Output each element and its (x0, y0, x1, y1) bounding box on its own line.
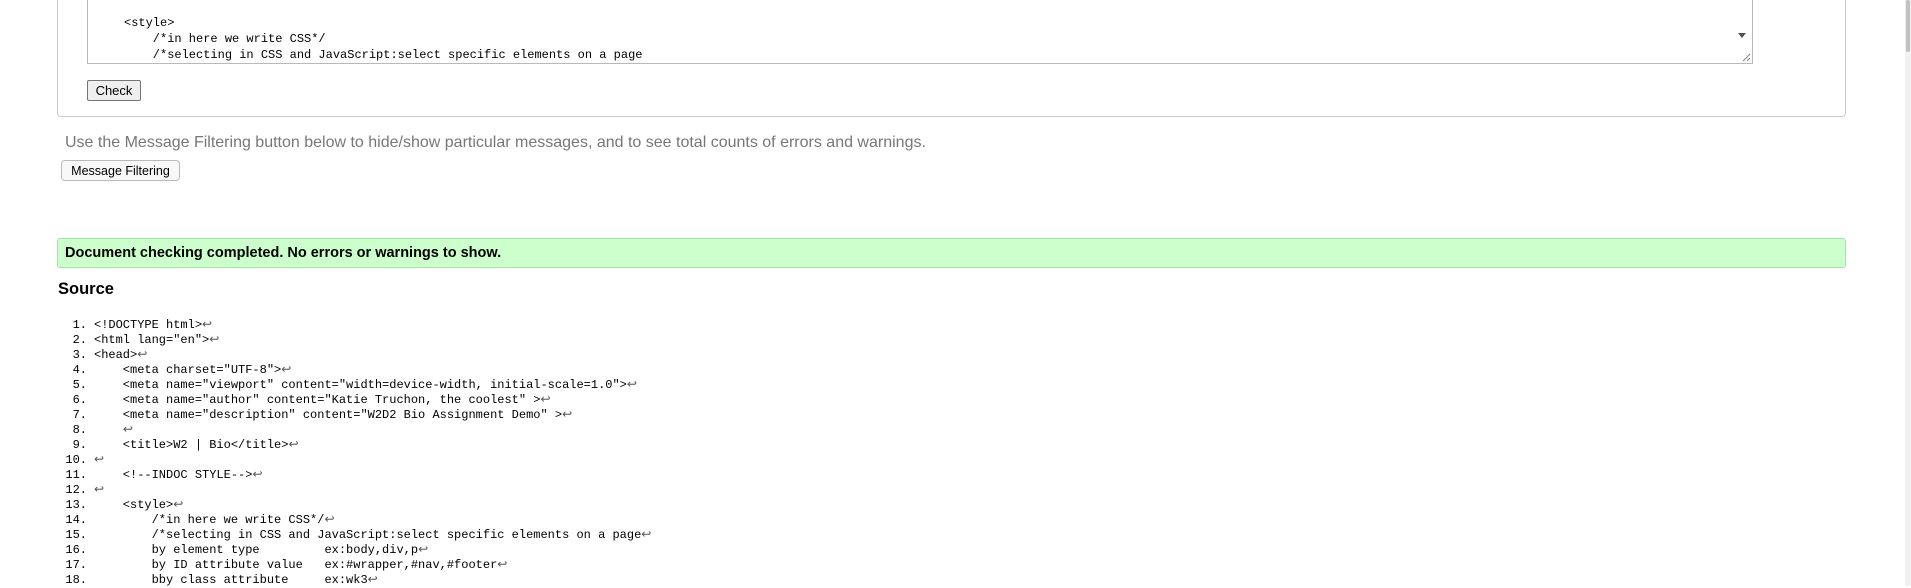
line-number: 8. (72, 423, 87, 437)
line-end-icon: ↩ (281, 363, 292, 377)
line-code: <meta name="description" content="W2D2 B… (94, 408, 563, 422)
line-end-icon: ↩ (418, 543, 429, 557)
source-textarea[interactable]: <style> /*in here we write CSS*/ /*selec… (87, 0, 1753, 64)
line-code: <style> (94, 498, 174, 512)
line-end-icon: ↩ (122, 423, 133, 437)
line-code: <title>W2 | Bio</title> (94, 438, 289, 452)
source-line: 12. ↩ (58, 483, 651, 498)
line-number: 5. (72, 378, 87, 392)
line-code: <meta name="viewport" content="width=dev… (94, 378, 627, 392)
line-number: 9. (72, 438, 87, 452)
source-line: 7. <meta name="description" content="W2D… (58, 408, 651, 423)
source-line: 17. by ID attribute value ex:#wrapper,#n… (58, 558, 651, 573)
line-number: 4. (72, 363, 87, 377)
source-line: 8. ↩ (58, 423, 651, 438)
line-code: <head> (94, 348, 138, 362)
line-end-icon: ↩ (137, 348, 148, 362)
line-number: 3. (72, 348, 87, 362)
line-code: <meta charset="UTF-8"> (94, 363, 282, 377)
line-number: 12. (65, 483, 87, 497)
source-line: 1. <!DOCTYPE html> ↩ (58, 318, 651, 333)
result-success-message: Document checking completed. No errors o… (57, 238, 1846, 268)
line-number: 6. (72, 393, 87, 407)
line-number: 10. (65, 453, 87, 467)
line-end-icon: ↩ (209, 333, 220, 347)
source-line: 3. <head> ↩ (58, 348, 651, 363)
line-end-icon: ↩ (252, 468, 263, 482)
line-end-icon: ↩ (288, 438, 299, 452)
line-end-icon: ↩ (94, 453, 105, 467)
line-code: <!--INDOC STYLE--> (94, 468, 253, 482)
message-filtering-hint: Use the Message Filtering button below t… (65, 134, 926, 151)
line-number: 11. (65, 468, 87, 482)
line-end-icon: ↩ (324, 513, 335, 527)
line-number: 2. (72, 333, 87, 347)
line-end-icon: ↩ (626, 378, 637, 392)
message-filtering-button[interactable]: Message Filtering (61, 160, 180, 181)
source-line: 16. by element type ex:body,div,p ↩ (58, 543, 651, 558)
line-code: /*selecting in CSS and JavaScript:select… (94, 528, 642, 542)
source-line: 15. /*selecting in CSS and JavaScript:se… (58, 528, 651, 543)
line-number: 13. (65, 498, 87, 512)
line-number: 1. (72, 318, 87, 332)
line-number: 16. (65, 543, 87, 557)
line-end-icon: ↩ (94, 483, 105, 497)
line-code: <meta name="author" content="Katie Truch… (94, 393, 541, 407)
textarea-scroll-down-icon[interactable] (1738, 33, 1746, 38)
line-end-icon: ↩ (173, 498, 184, 512)
line-code: <html lang="en"> (94, 333, 210, 347)
line-code: by ID attribute value ex:#wrapper,#nav,#… (94, 558, 498, 572)
line-number: 17. (65, 558, 87, 572)
line-end-icon: ↩ (540, 393, 551, 407)
source-line: 6. <meta name="author" content="Katie Tr… (58, 393, 651, 408)
line-code: by element type ex:body,div,p (94, 543, 419, 557)
line-end-icon: ↩ (202, 318, 213, 332)
source-heading: Source (58, 280, 114, 298)
page-scrollbar[interactable] (1905, 0, 1911, 586)
line-number: 15. (65, 528, 87, 542)
source-line: 2. <html lang="en"> ↩ (58, 333, 651, 348)
source-line: 10. ↩ (58, 453, 651, 468)
source-line: 5. <meta name="viewport" content="width=… (58, 378, 651, 393)
line-code: /*in here we write CSS*/ (94, 513, 325, 527)
line-number: 14. (65, 513, 87, 527)
source-line: 11. <!--INDOC STYLE--> ↩ (58, 468, 651, 483)
line-code: <!DOCTYPE html> (94, 318, 203, 332)
line-number: 7. (72, 408, 87, 422)
check-button[interactable]: Check (87, 80, 141, 101)
source-line: 9. <title>W2 | Bio</title> ↩ (58, 438, 651, 453)
line-end-icon: ↩ (497, 558, 508, 572)
source-line: 4. <meta charset="UTF-8"> ↩ (58, 363, 651, 378)
line-end-icon: ↩ (562, 408, 573, 422)
source-line: 14. /*in here we write CSS*/↩ (58, 513, 651, 528)
page-scrollbar-thumb[interactable] (1906, 0, 1910, 52)
line-end-icon: ↩ (641, 528, 652, 542)
resize-grip-icon[interactable] (1741, 52, 1751, 62)
source-listing: 1. <!DOCTYPE html> ↩ 2. <html lang="en"> ↩ 3. <… (58, 318, 651, 588)
textarea-content: <style> /*in here we write CSS*/ /*selec… (124, 16, 643, 62)
source-line: 13. <style> ↩ (58, 498, 651, 513)
